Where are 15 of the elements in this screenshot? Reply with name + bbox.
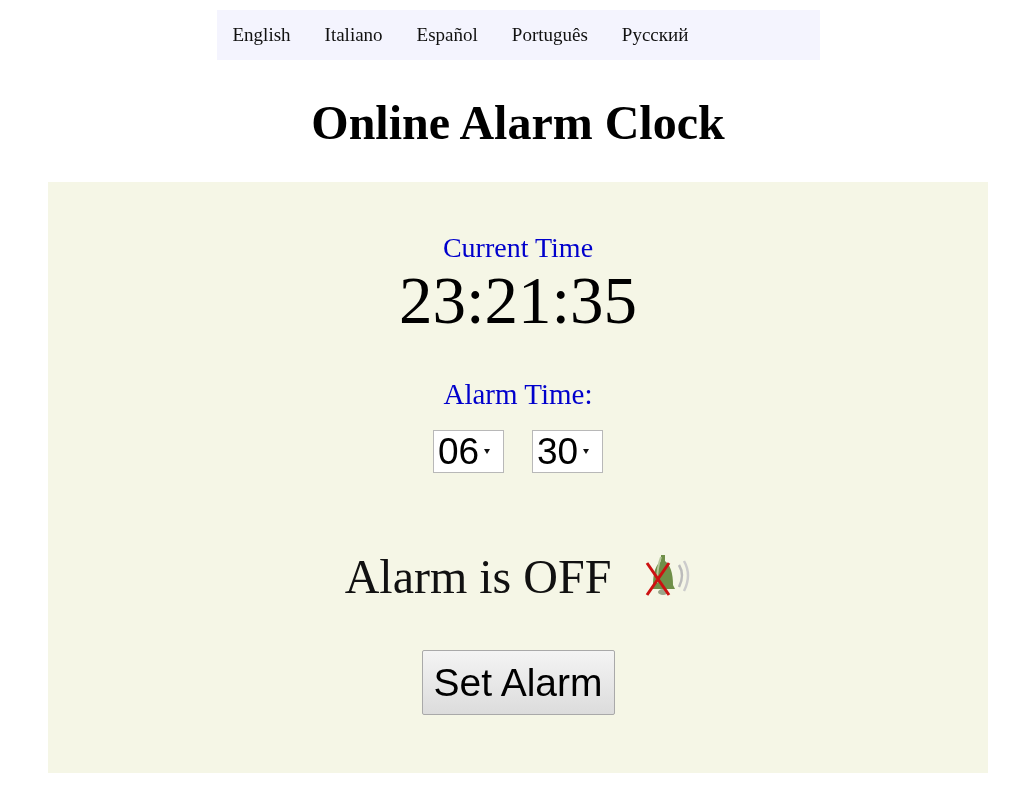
alarm-status-text: Alarm is OFF: [344, 549, 612, 605]
language-link[interactable]: Español: [416, 24, 478, 46]
caret-icon: [484, 449, 491, 454]
hour-select[interactable]: 06: [433, 430, 504, 473]
language-link[interactable]: Italiano: [324, 24, 383, 46]
alarm-time-label: Alarm Time:: [443, 378, 593, 410]
caret-icon: [583, 449, 590, 454]
current-time-label: Current Time: [442, 232, 594, 264]
language-link[interactable]: English: [232, 24, 291, 46]
page-title: Online Alarm Clock: [311, 96, 725, 150]
language-link[interactable]: Русский: [621, 24, 689, 46]
current-time-display: 23:21:35: [398, 262, 638, 338]
language-link[interactable]: Português: [511, 24, 588, 46]
set-alarm-button[interactable]: Set Alarm: [421, 650, 615, 715]
minute-select[interactable]: 30: [532, 430, 603, 473]
